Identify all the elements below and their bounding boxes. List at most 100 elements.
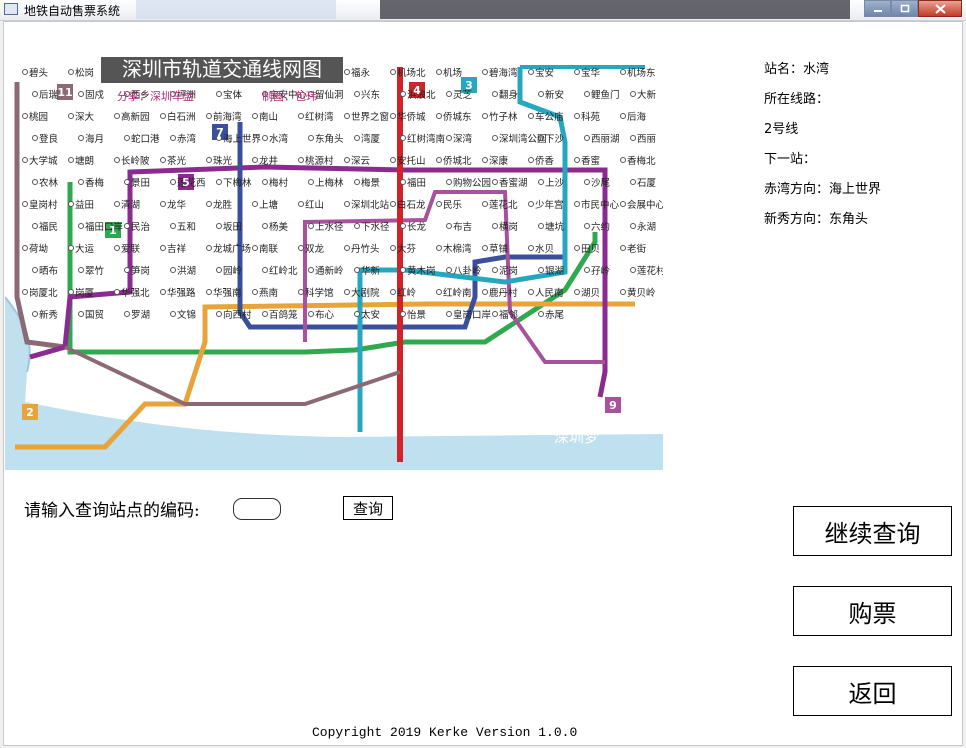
station-dot	[216, 179, 222, 185]
station-dot	[436, 201, 442, 207]
close-icon[interactable]	[918, 0, 962, 17]
station-label: 梅景	[361, 177, 380, 189]
station-dot	[114, 201, 120, 207]
station-label: 深康	[489, 155, 509, 167]
station-dot	[538, 267, 544, 273]
buy-ticket-button[interactable]: 购票	[793, 586, 952, 636]
station-label: 福民	[39, 221, 58, 233]
station-label: 梅村	[269, 177, 289, 189]
station-dot	[400, 135, 406, 141]
station-label: 碧头	[29, 67, 48, 79]
station-dot	[68, 245, 74, 251]
station-label: 竹子林	[489, 111, 518, 123]
direction-xinxiu: 新秀方向：东角头	[764, 212, 869, 227]
station-dot	[124, 267, 130, 273]
station-label: 六约	[591, 221, 610, 233]
station-label: 购物公园	[453, 177, 491, 189]
station-label: 香梅北	[627, 155, 656, 167]
station-dot	[354, 135, 360, 141]
station-label: 宝安	[535, 67, 554, 79]
station-label: 白石洲	[167, 111, 196, 123]
station-dot	[160, 245, 166, 251]
query-button[interactable]: 查询	[343, 496, 393, 520]
station-dot	[630, 267, 636, 273]
station-label: 国贸	[85, 309, 104, 321]
station-dot	[574, 69, 580, 75]
station-dot	[206, 157, 212, 163]
station-dot	[262, 223, 268, 229]
station-dot	[574, 113, 580, 119]
station-dot	[528, 201, 534, 207]
station-dot	[252, 201, 258, 207]
map-watermark: 深圳梦	[554, 428, 600, 446]
station-label: 双龙	[305, 243, 325, 255]
copyright-text: Copyright 2019 Kerke Version 1.0.0	[312, 725, 578, 740]
station-dot	[298, 113, 304, 119]
back-button[interactable]: 返回	[793, 666, 952, 716]
station-label: 深圳湾公园	[499, 133, 547, 145]
station-dot	[252, 245, 258, 251]
station-dot	[308, 223, 314, 229]
station-dot	[114, 289, 120, 295]
station-label: 洪浪北	[407, 89, 436, 101]
station-dot	[354, 91, 360, 97]
station-label: 西丽湖	[591, 134, 620, 145]
station-dot	[170, 135, 176, 141]
station-dot	[436, 289, 442, 295]
station-dot	[354, 179, 360, 185]
station-dot	[482, 245, 488, 251]
station-dot	[400, 91, 406, 97]
station-dot	[308, 135, 314, 141]
station-dot	[446, 223, 452, 229]
station-label: 华新	[361, 265, 381, 277]
station-dot	[32, 311, 38, 317]
station-dot	[160, 289, 166, 295]
station-dot	[68, 289, 74, 295]
station-label: 岗厦	[75, 288, 95, 299]
station-label: 笋岗	[131, 265, 150, 277]
station-code-input[interactable]	[233, 498, 281, 520]
station-dot	[584, 179, 590, 185]
station-dot	[528, 245, 534, 251]
station-label: 文锦	[177, 309, 196, 321]
maximize-icon[interactable]	[891, 0, 918, 17]
station-dot	[308, 179, 314, 185]
station-label: 坂田	[223, 222, 242, 233]
station-label: 红岭北	[269, 265, 298, 277]
station-label: 孖岭	[591, 265, 611, 277]
station-label: 农林	[39, 177, 59, 189]
station-dot	[216, 91, 222, 97]
station-label: 桃源村	[305, 155, 334, 167]
query-label: 请输入查询站点的编码:	[24, 501, 200, 521]
station-label: 桃园	[29, 111, 48, 123]
background-tab	[136, 0, 336, 19]
station-dot	[400, 267, 406, 273]
station-dot	[170, 267, 176, 273]
station-label: 向西村	[223, 309, 252, 321]
station-dot	[206, 113, 212, 119]
station-dot	[78, 179, 84, 185]
station-dot	[436, 69, 442, 75]
station-label: 丹竹头	[351, 243, 380, 255]
station-dot	[206, 245, 212, 251]
station-label: 深圳北站	[351, 199, 390, 211]
station-dot	[170, 179, 176, 185]
station-dot	[446, 179, 452, 185]
station-dot	[252, 113, 258, 119]
station-label: 后海	[627, 111, 647, 123]
station-label: 鲤鱼门	[591, 89, 620, 101]
station-label: 碧海湾	[489, 67, 518, 79]
station-label: 机场	[443, 67, 462, 79]
station-label: 深云	[351, 156, 370, 167]
line-badge-11: 11	[57, 86, 72, 99]
station-dot	[446, 267, 452, 273]
station-dot	[114, 113, 120, 119]
station-label: 香梅	[85, 177, 105, 189]
station-label: 大剧院	[351, 287, 380, 299]
station-dot	[400, 179, 406, 185]
station-label: 世界之窗	[351, 111, 389, 123]
station-dot	[344, 201, 350, 207]
continue-query-button[interactable]: 继续查询	[793, 506, 952, 556]
minimize-icon[interactable]	[864, 0, 891, 17]
station-label: 华强南	[213, 287, 242, 299]
